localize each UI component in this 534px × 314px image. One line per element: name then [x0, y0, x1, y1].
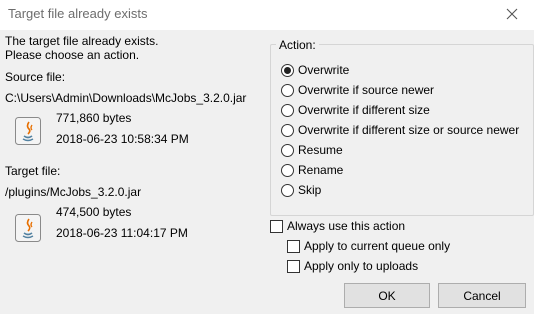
message-line-2: Please choose an action.: [5, 48, 140, 62]
checkbox-box: [270, 219, 283, 233]
checkbox-apply-current-queue[interactable]: Apply to current queue only: [287, 237, 450, 255]
checkbox-label: Apply to current queue only: [304, 239, 451, 253]
radio-label: Rename: [298, 163, 344, 177]
radio-resume[interactable]: Resume: [281, 141, 343, 159]
target-file-label: Target file:: [5, 164, 61, 178]
window-title: Target file already exists: [8, 6, 148, 21]
radio-label: Skip: [298, 183, 322, 197]
radio-overwrite-if-different-size-or-newer[interactable]: Overwrite if different size or source ne…: [281, 121, 519, 139]
cancel-button[interactable]: Cancel: [438, 283, 526, 308]
checkbox-always-use-action[interactable]: Always use this action: [270, 217, 405, 235]
radio-circle: [281, 83, 294, 97]
radio-label: Overwrite if different size: [298, 103, 430, 117]
dialog-body: The target file already exists. Please c…: [0, 30, 534, 314]
checkbox-box: [287, 239, 300, 253]
message-line-1: The target file already exists.: [5, 34, 159, 48]
radio-label: Overwrite if source newer: [298, 83, 435, 97]
checkbox-box: [287, 259, 300, 273]
radio-circle: [281, 163, 294, 177]
radio-label: Overwrite if different size or source ne…: [298, 123, 520, 137]
checkbox-apply-only-uploads[interactable]: Apply only to uploads: [287, 257, 418, 275]
radio-label: Resume: [298, 143, 343, 157]
radio-overwrite-if-different-size[interactable]: Overwrite if different size: [281, 101, 430, 119]
action-group-label: Action:: [276, 38, 319, 52]
source-file-date: 2018-06-23 10:58:34 PM: [56, 132, 189, 146]
ok-button[interactable]: OK: [344, 283, 430, 308]
target-file-path: /plugins/McJobs_3.2.0.jar: [5, 185, 142, 199]
radio-circle: [281, 103, 294, 117]
radio-circle: [281, 143, 294, 157]
java-file-icon: [15, 214, 41, 242]
radio-label: Overwrite: [298, 63, 350, 77]
close-icon: [506, 8, 518, 20]
java-file-icon: [15, 117, 41, 145]
target-file-size: 474,500 bytes: [56, 205, 132, 219]
target-file-date: 2018-06-23 11:04:17 PM: [56, 226, 188, 240]
radio-circle: [281, 183, 294, 197]
radio-overwrite-if-source-newer[interactable]: Overwrite if source newer: [281, 81, 434, 99]
radio-overwrite[interactable]: Overwrite: [281, 61, 349, 79]
source-file-label: Source file:: [5, 70, 66, 84]
radio-rename[interactable]: Rename: [281, 161, 343, 179]
radio-circle: [281, 123, 294, 137]
title-bar: Target file already exists: [0, 0, 534, 30]
close-button[interactable]: [490, 0, 534, 28]
checkbox-label: Apply only to uploads: [304, 259, 419, 273]
checkbox-label: Always use this action: [287, 219, 406, 233]
radio-skip[interactable]: Skip: [281, 181, 321, 199]
radio-circle-selected: [281, 63, 294, 77]
source-file-path: C:\Users\Admin\Downloads\McJobs_3.2.0.ja…: [5, 91, 247, 105]
source-file-size: 771,860 bytes: [56, 111, 132, 125]
